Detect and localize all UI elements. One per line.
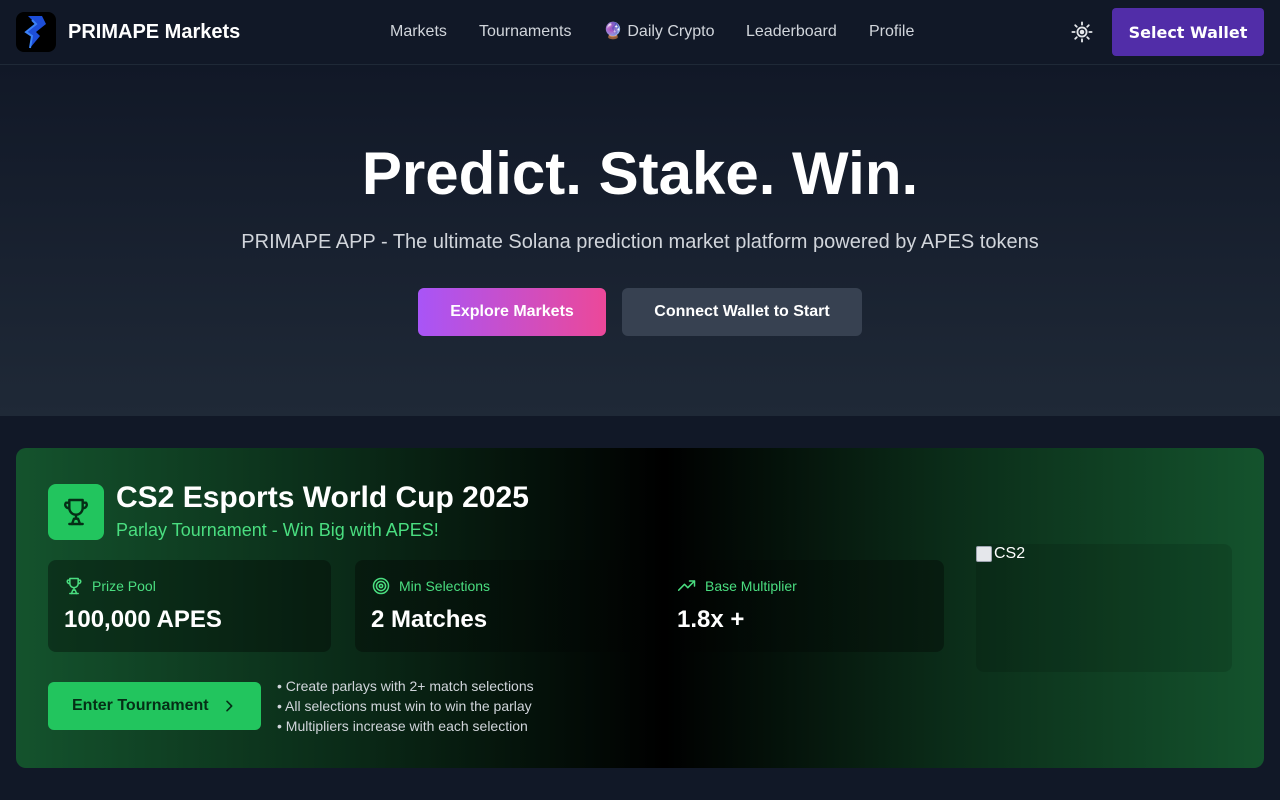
- select-wallet-button[interactable]: Select Wallet: [1112, 8, 1264, 56]
- enter-tournament-button[interactable]: Enter Tournament: [48, 682, 261, 730]
- primape-logo-icon: [24, 16, 46, 49]
- explore-markets-button[interactable]: Explore Markets: [418, 288, 606, 336]
- broken-image-icon: [976, 546, 992, 562]
- tournament-card: CS2 Esports World Cup 2025 Parlay Tourna…: [16, 448, 1264, 768]
- image-alt-text: CS2: [994, 545, 1026, 562]
- stat-label: Prize Pool: [92, 578, 156, 594]
- nav-markets[interactable]: Markets: [390, 22, 447, 42]
- hero-subtitle: PRIMAPE APP - The ultimate Solana predic…: [241, 231, 1039, 253]
- sun-icon: [1071, 21, 1093, 43]
- list-item: • Create parlays with 2+ match selection…: [277, 678, 534, 694]
- list-item: • Multipliers increase with each selecti…: [277, 718, 528, 734]
- chevron-right-icon: [225, 700, 233, 712]
- top-nav-bar: PRIMAPE Markets Markets Tournaments 🔮 Da…: [0, 0, 1280, 65]
- connect-wallet-button[interactable]: Connect Wallet to Start: [622, 288, 862, 336]
- list-item: • All selections must win to win the par…: [277, 698, 532, 714]
- hero-title: Predict. Stake. Win.: [361, 140, 919, 207]
- trophy-badge: [48, 484, 104, 540]
- primape-logo[interactable]: [16, 12, 56, 52]
- tournament-title: CS2 Esports World Cup 2025: [116, 481, 529, 514]
- stat-label: Min Selections: [399, 578, 491, 594]
- hero-section: Predict. Stake. Win. PRIMAPE APP - The u…: [0, 65, 1280, 416]
- stat-prize-pool: Prize Pool 100,000 APES: [48, 560, 331, 652]
- trending-up-icon: [677, 580, 696, 591]
- enter-tournament-label: Enter Tournament: [72, 697, 209, 714]
- stat-value: 2 Matches: [371, 606, 488, 633]
- brand-name[interactable]: PRIMAPE Markets: [68, 20, 240, 44]
- trophy-icon: [64, 498, 88, 526]
- nav-leaderboard[interactable]: Leaderboard: [746, 22, 837, 42]
- theme-toggle-button[interactable]: [1066, 16, 1098, 48]
- nav-tournaments[interactable]: Tournaments: [479, 22, 572, 42]
- target-icon: [372, 577, 390, 595]
- trophy-icon: [66, 577, 82, 595]
- stat-min-multiplier-group: Min Selections 2 Matches Base Multiplier…: [355, 560, 944, 652]
- cs2-image: CS2: [976, 544, 1232, 672]
- stat-label: Base Multiplier: [705, 578, 797, 594]
- stat-value: 1.8x +: [677, 606, 745, 633]
- nav-profile[interactable]: Profile: [869, 22, 914, 42]
- tournament-rules-list: • Create parlays with 2+ match selection…: [277, 676, 534, 736]
- nav-daily-crypto[interactable]: 🔮 Daily Crypto: [603, 22, 715, 42]
- stat-value: 100,000 APES: [64, 606, 222, 633]
- tournament-subtitle: Parlay Tournament - Win Big with APES!: [116, 520, 439, 540]
